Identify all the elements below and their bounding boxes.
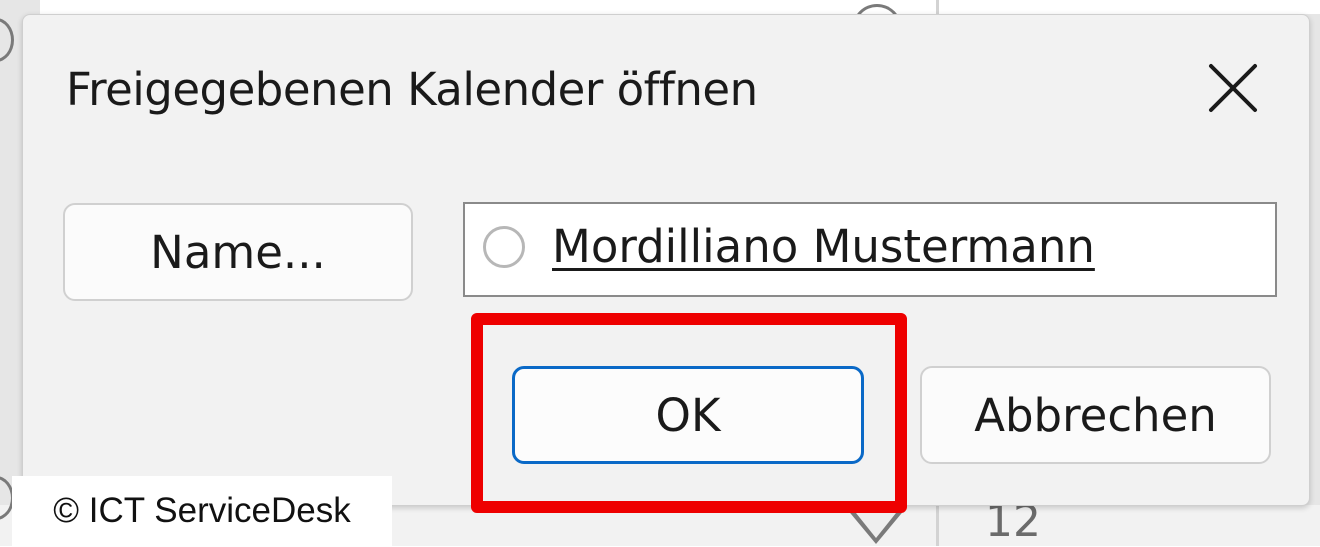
open-shared-calendar-dialog: Freigegebenen Kalender öffnen Name... Mo… [22,14,1310,506]
recipient-input[interactable]: Mordilliano Mustermann [463,202,1277,297]
ok-button[interactable]: OK [512,366,864,464]
dialog-title-bar: Freigegebenen Kalender öffnen [23,15,1309,165]
name-button[interactable]: Name... [63,203,413,301]
close-icon [1209,64,1257,112]
background-calendar-strip [40,0,1320,14]
presence-status-icon [483,226,525,268]
cancel-button-label: Abbrechen [974,388,1217,442]
recipient-name-chip[interactable]: Mordilliano Mustermann [552,220,1095,273]
dialog-title: Freigegebenen Kalender öffnen [66,63,758,116]
background-status-icon [0,18,14,62]
background-grid-line [936,505,939,546]
background-grid-line [936,0,939,14]
background-marker-icon-inner [852,508,900,538]
cancel-button[interactable]: Abbrechen [920,366,1271,464]
close-button[interactable] [1193,53,1273,123]
ok-button-label: OK [655,388,721,442]
name-button-label: Name... [150,225,326,279]
copyright-watermark: © ICT ServiceDesk [12,476,392,546]
